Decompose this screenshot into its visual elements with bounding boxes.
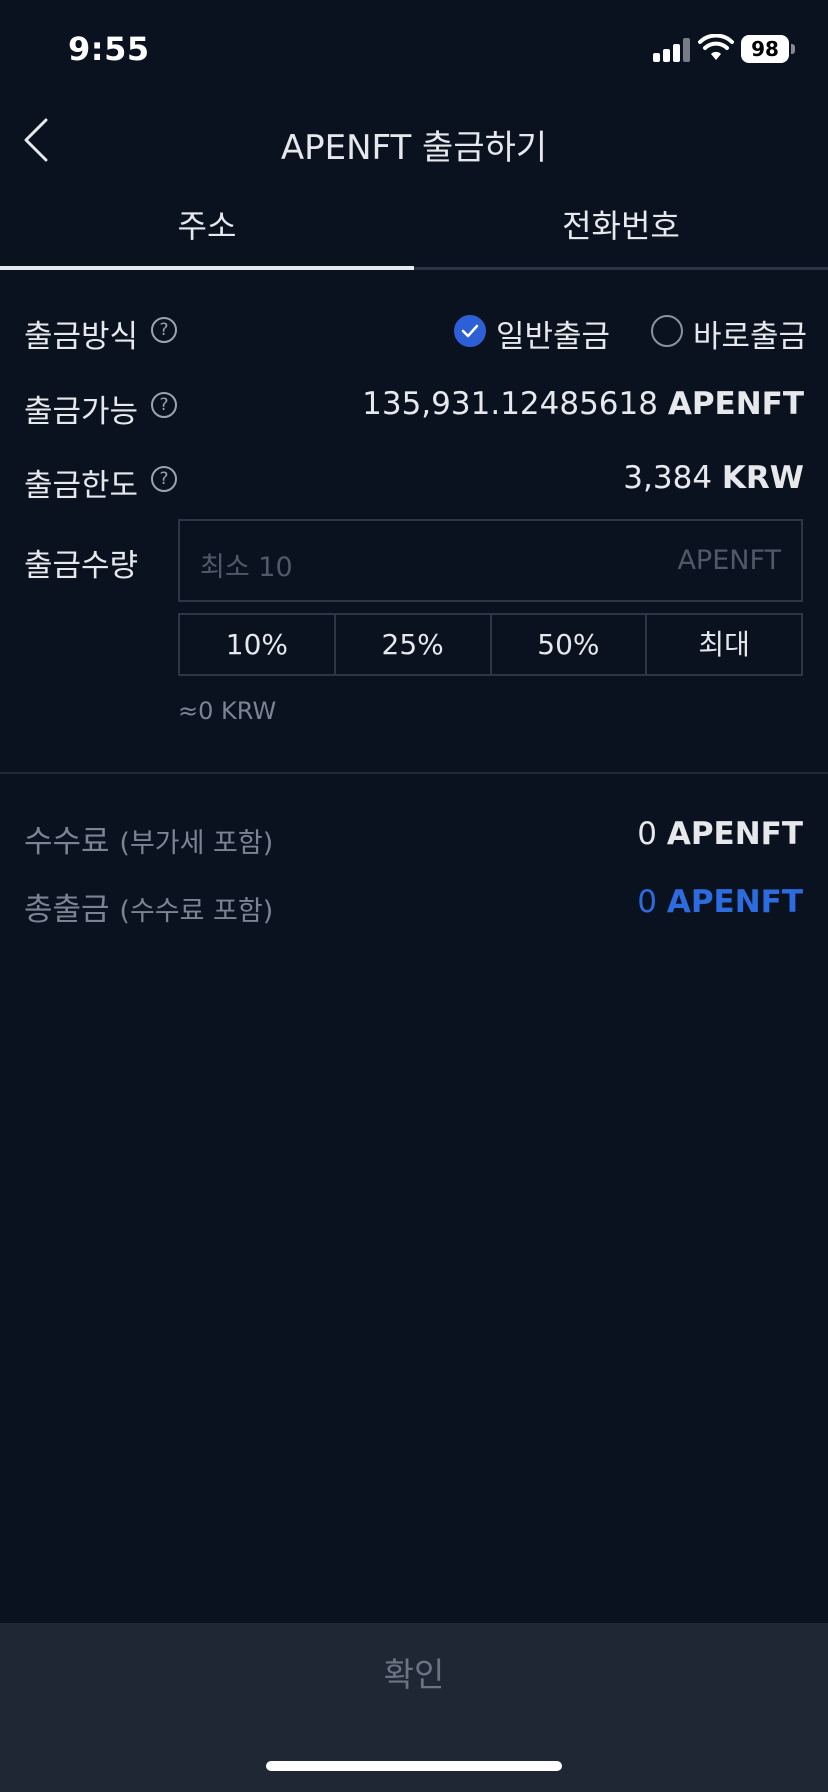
question-circle-icon[interactable]: ? [151,392,177,418]
limit-row: 출금한도 ? 3,384 KRW [24,454,804,504]
available-row: 출금가능 ? 135,931.12485618 APENFT [24,380,804,430]
check-icon [461,324,479,338]
page-title: APENFT 출금하기 [280,128,548,168]
max-button[interactable]: 최대 [647,615,801,674]
limit-unit: KRW [721,460,804,496]
radio-checked-icon [454,315,486,347]
question-circle-icon[interactable]: ? [151,466,177,492]
header: APENFT 출금하기 [0,100,828,180]
available-label: 출금가능 [24,394,139,430]
fee-value: 0 APENFT [637,816,803,852]
screen: 9:55 98 APENFT 출금하기 주소 전화번호 출금방식 ? 일반출금 … [0,0,828,1792]
wifi-icon [698,34,734,60]
available-amount: 135,931.12485618 [362,386,658,422]
radio-normal-withdraw[interactable]: 일반출금 [454,307,624,355]
radio-label: 일반출금 [496,319,611,355]
home-indicator [266,1761,562,1771]
total-label-text: 총출금 [24,892,110,928]
krw-equivalent: ≈0 KRW [178,697,277,725]
fee-label-text: 수수료 [24,824,110,860]
tab-phone-number[interactable]: 전화번호 [414,188,828,268]
amount-input[interactable]: 최소 10 APENFT [178,519,803,602]
fee-label: 수수료 (부가세 포함) [24,816,273,861]
limit-amount: 3,384 [623,460,713,496]
limit-label: 출금한도 [24,468,139,504]
active-tab-indicator [0,266,414,270]
amount-label: 출금수량 [24,548,139,584]
radio-instant-withdraw[interactable]: 바로출금 [651,307,808,355]
question-circle-icon[interactable]: ? [151,317,177,343]
percent-50-button[interactable]: 50% [492,615,648,674]
withdraw-method-label: 출금방식 [24,319,139,355]
total-amount: 0 [637,884,657,920]
limit-value: 3,384 KRW [623,460,804,496]
battery-icon: 98 [741,35,789,63]
withdraw-method-options: 일반출금 바로출금 [454,307,808,355]
fee-unit: APENFT [666,816,803,852]
total-value: 0 APENFT [637,884,803,920]
total-note: (수수료 포함) [119,896,274,927]
fee-note: (부가세 포함) [119,828,274,859]
tab-bar: 주소 전화번호 [0,188,828,270]
divider [0,772,828,774]
total-unit: APENFT [666,884,803,920]
confirm-label: 확인 [383,1655,445,1694]
percent-10-button[interactable]: 10% [180,615,336,674]
available-unit: APENFT [667,386,804,422]
radio-label: 바로출금 [693,319,808,355]
fee-amount: 0 [637,816,657,852]
amount-unit: APENFT [677,545,781,576]
radio-unchecked-icon [651,315,683,347]
percent-button-row: 10% 25% 50% 최대 [178,613,803,676]
battery-tip [791,44,795,54]
status-bar: 9:55 98 [0,0,828,100]
withdraw-method-row: 출금방식 ? 일반출금 바로출금 [24,305,808,355]
cellular-signal-icon [653,38,691,62]
amount-placeholder: 최소 10 [200,552,293,583]
battery-level: 98 [751,37,779,61]
status-time: 9:55 [68,30,150,68]
tab-address[interactable]: 주소 [0,188,414,268]
available-value: 135,931.12485618 APENFT [362,386,804,422]
percent-25-button[interactable]: 25% [336,615,492,674]
total-label: 총출금 (수수료 포함) [24,884,273,929]
